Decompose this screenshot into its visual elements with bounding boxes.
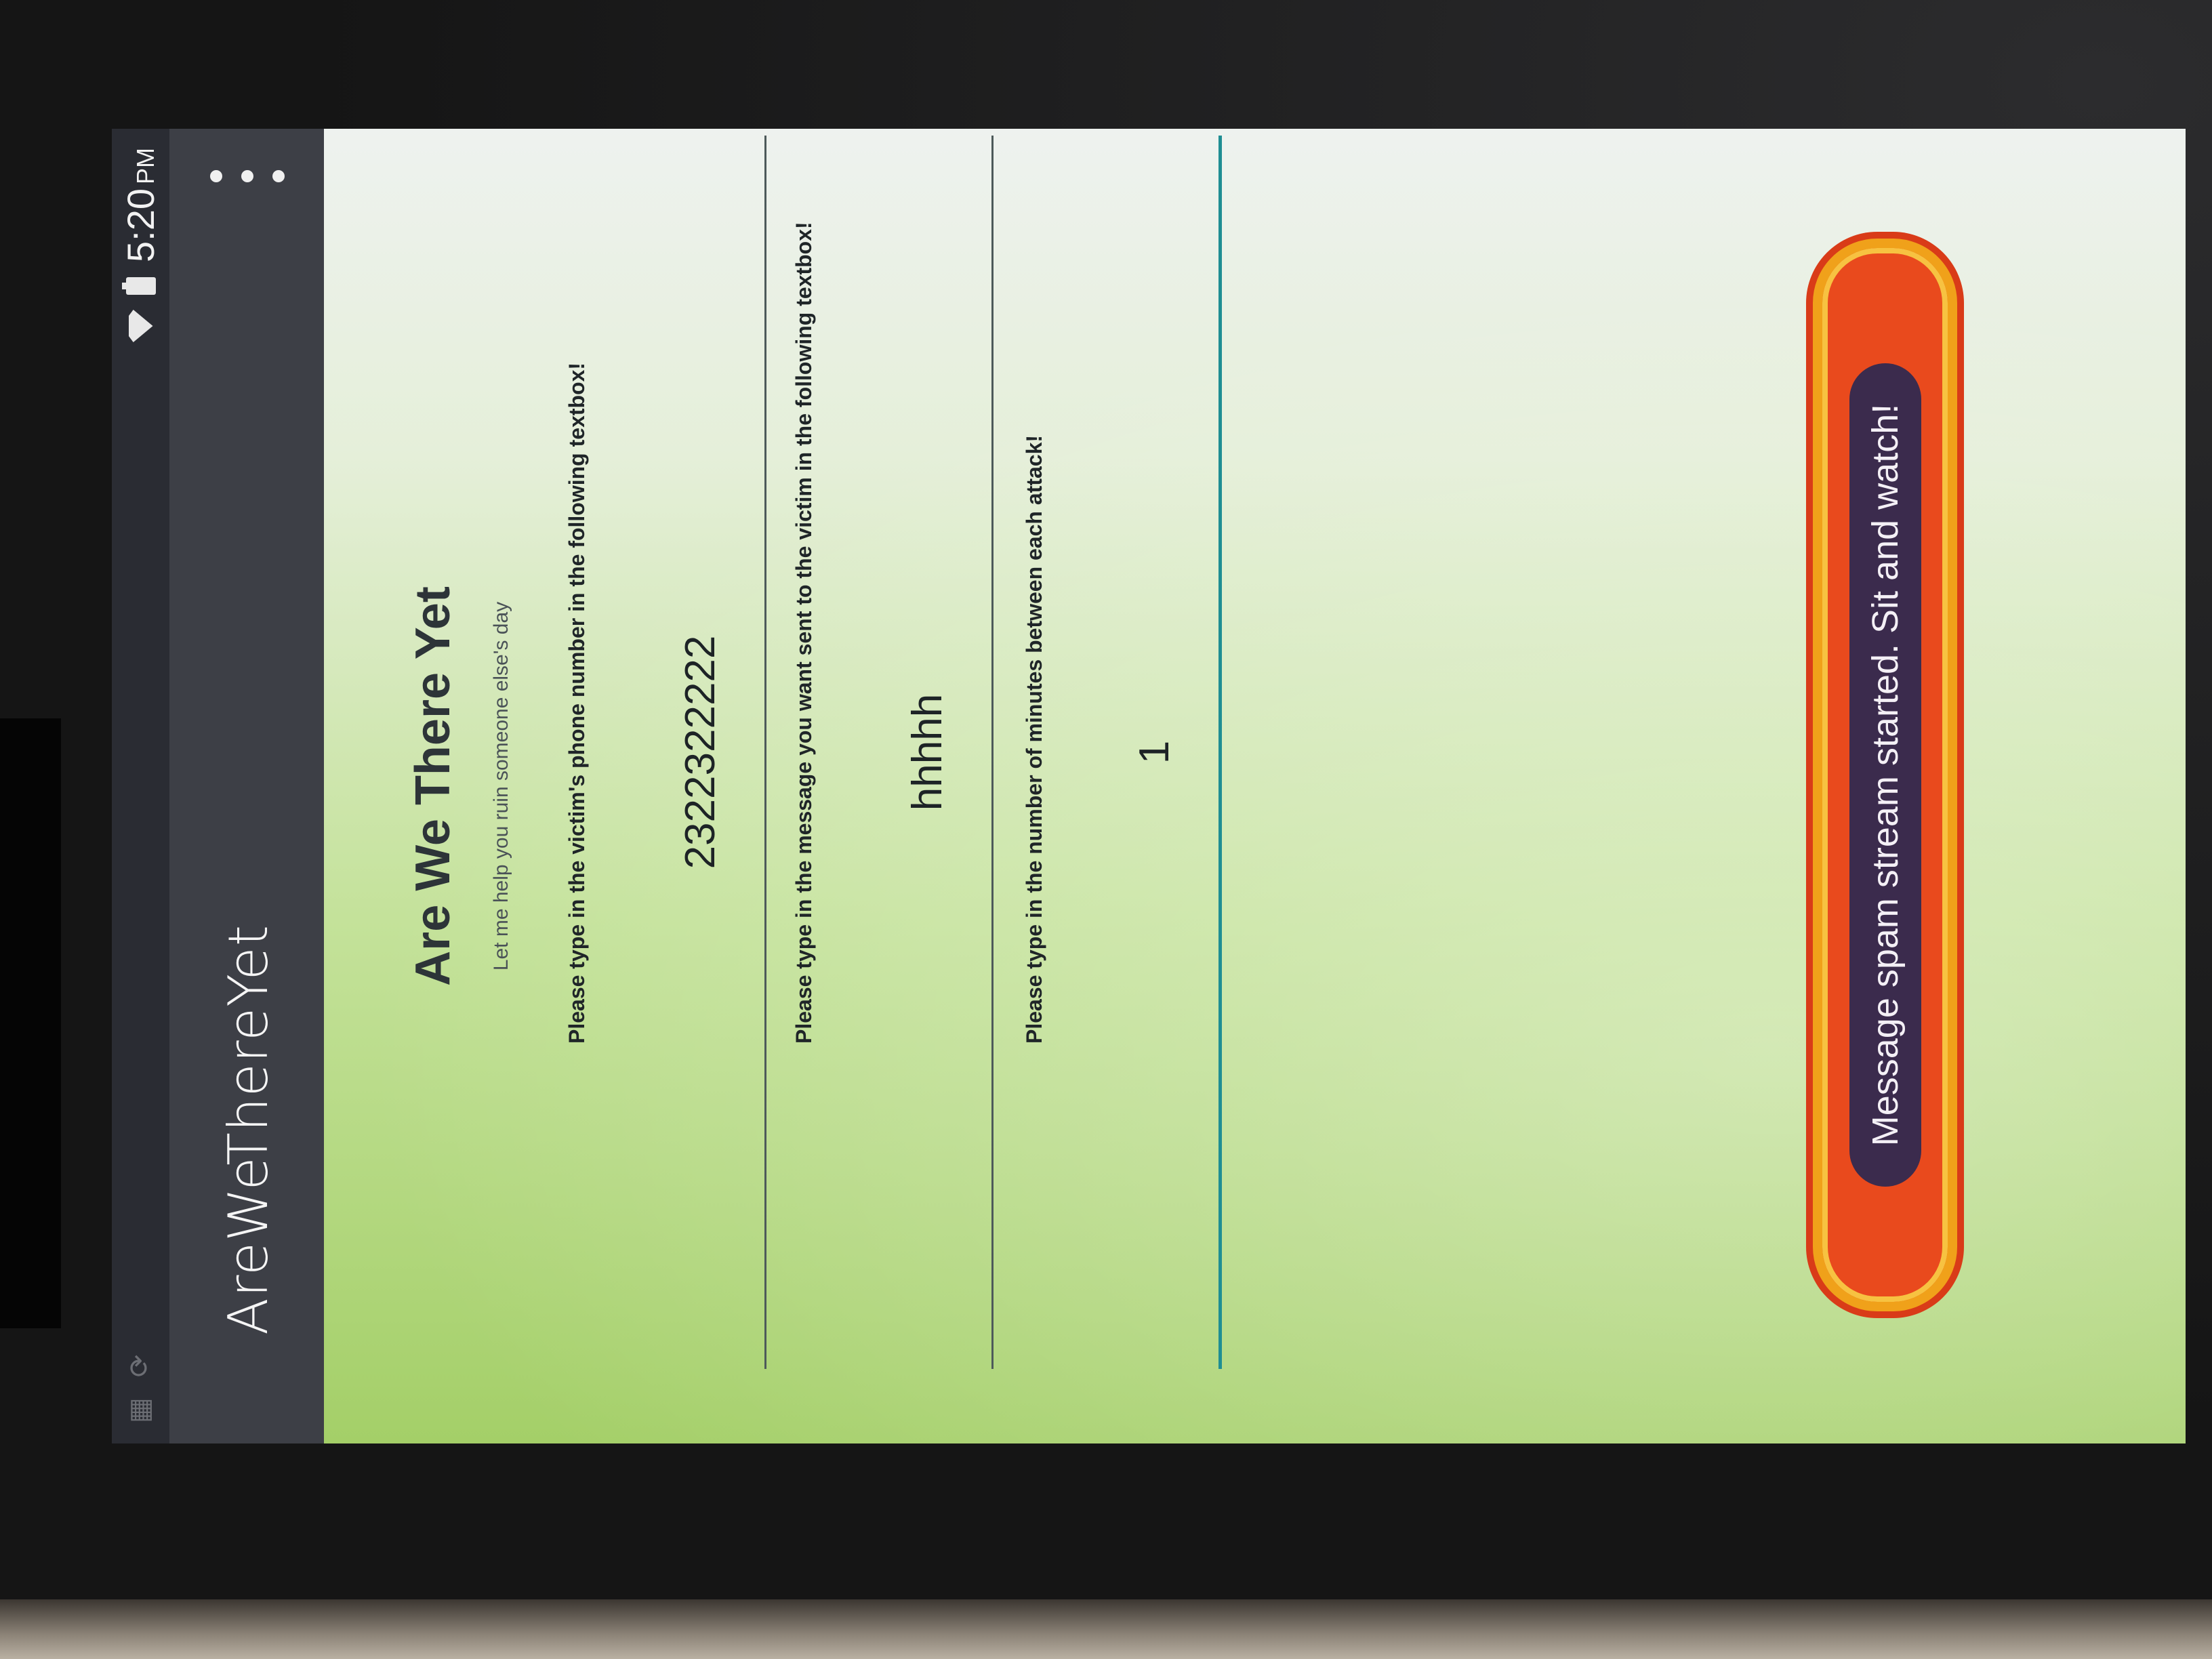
wifi-icon [129,310,153,342]
message-field[interactable]: hhhhh [863,136,994,1369]
status-right: 5:20 PM [119,129,163,342]
time-text: 5:20 [119,188,162,262]
status-time: 5:20 PM [119,148,163,262]
action-bar: AreWeThereYet [169,129,324,1443]
device-bezel-shadow [0,718,61,1328]
notification-icon: ▦ [125,1397,155,1423]
page-subtitle: Let me help you ruin someone else's day [490,601,512,971]
minutes-prompt: Please type in the number of minutes bet… [1022,434,1046,1044]
toast-notification: Message spam stream started. Sit and wat… [1813,239,1957,1311]
message-prompt: Please type in the message you want sent… [792,222,816,1044]
sync-icon: ⟳ [125,1354,155,1378]
phone-prompt: Please type in the victim's phone number… [565,362,589,1044]
overflow-dot [210,170,222,182]
phone-screen: ▦ ⟳ 5:20 PM AreWeThereYet Are We There Ye… [112,129,2186,1443]
overflow-dot [272,170,285,182]
page-heading: Are We There Yet [406,586,460,986]
minutes-field[interactable]: 1 [1090,136,1222,1369]
desk-surface [0,1599,2212,1659]
app-title: AreWeThereYet [217,924,280,1335]
notification-icons: ▦ ⟳ [124,1355,155,1423]
status-bar: ▦ ⟳ 5:20 PM [112,129,169,1443]
overflow-menu-icon[interactable] [210,156,285,197]
overflow-dot [241,170,253,182]
battery-icon [125,277,156,295]
toast-message: Message spam stream started. Sit and wat… [1849,363,1921,1187]
time-ampm: PM [131,148,159,184]
phone-number-field[interactable]: 2322322222 [636,136,766,1369]
